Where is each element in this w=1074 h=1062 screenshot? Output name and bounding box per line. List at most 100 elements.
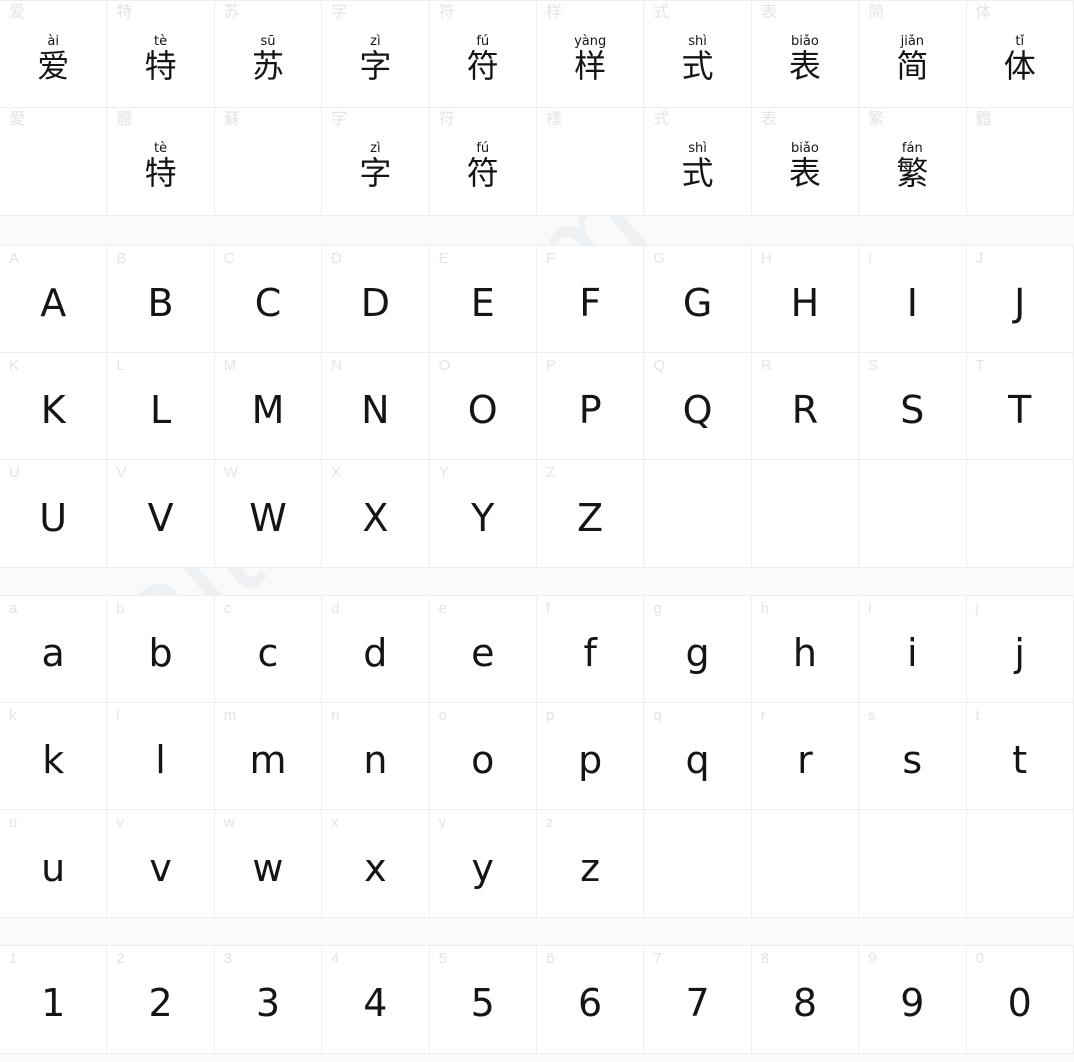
glyph-cell-H[interactable]: HH xyxy=(751,246,860,353)
glyph-cell-r[interactable]: rr xyxy=(751,703,860,810)
glyph-preview: yàng 样 xyxy=(537,1,643,107)
glyph-cell-S[interactable]: SS xyxy=(859,353,967,460)
glyph-cell-表[interactable]: 表 biǎo 表 xyxy=(752,108,860,215)
glyph-cell-v[interactable]: vv xyxy=(107,810,215,917)
glyph-cell-N[interactable]: NN xyxy=(322,353,430,460)
glyph-cell-empty[interactable] xyxy=(644,810,752,917)
glyph-cell-J[interactable]: JJ xyxy=(966,246,1074,353)
glyph-cell-empty[interactable] xyxy=(859,810,967,917)
glyph-cell-V[interactable]: VV xyxy=(107,460,215,567)
glyph-cell-w[interactable]: ww xyxy=(215,810,323,917)
glyph-cell-M[interactable]: MM xyxy=(214,353,323,460)
glyph-cell-6[interactable]: 66 xyxy=(537,946,645,1053)
glyph-cell-5[interactable]: 55 xyxy=(430,946,537,1053)
glyph-cell-f[interactable]: ff xyxy=(536,596,645,703)
glyph-cell-L[interactable]: LL xyxy=(107,353,215,460)
glyph-cell-h[interactable]: hh xyxy=(751,596,860,703)
glyph-cell-樣[interactable]: 樣 xyxy=(537,108,645,215)
glyph-cell-C[interactable]: CC xyxy=(214,246,323,353)
glyph-preview: B xyxy=(107,246,213,352)
glyph-cell-A[interactable]: AA xyxy=(0,246,108,353)
glyph-cell-式[interactable]: 式 shì 式 xyxy=(644,108,752,215)
glyph-cell-empty[interactable] xyxy=(859,460,967,567)
glyph-cell-D[interactable]: DD xyxy=(322,246,430,353)
glyph-cell-X[interactable]: XX xyxy=(322,460,430,567)
glyph-cell-8[interactable]: 88 xyxy=(752,946,860,1053)
glyph-cell-B[interactable]: BB xyxy=(107,246,215,353)
glyph-cell-特[interactable]: 特 tè 特 xyxy=(107,1,215,108)
glyph-cell-G[interactable]: GG xyxy=(644,246,752,353)
glyph-cell-n[interactable]: nn xyxy=(322,703,430,810)
glyph-cell-简[interactable]: 简 jiǎn 简 xyxy=(859,1,967,108)
glyph-cell-苏[interactable]: 苏 sū 苏 xyxy=(214,1,323,108)
glyph-character: t xyxy=(1012,738,1028,782)
glyph-cell-Y[interactable]: YY xyxy=(430,460,537,567)
glyph-cell-j[interactable]: jj xyxy=(966,596,1074,703)
glyph-cell-empty[interactable] xyxy=(752,810,860,917)
glyph-cell-q[interactable]: qq xyxy=(644,703,752,810)
glyph-cell-x[interactable]: xx xyxy=(322,810,430,917)
glyph-cell-O[interactable]: OO xyxy=(429,353,537,460)
glyph-cell-e[interactable]: ee xyxy=(429,596,537,703)
glyph-cell-s[interactable]: ss xyxy=(859,703,967,810)
glyph-cell-g[interactable]: gg xyxy=(644,596,752,703)
glyph-cell-7[interactable]: 77 xyxy=(644,946,752,1053)
glyph-preview: A xyxy=(0,246,106,352)
glyph-cell-m[interactable]: mm xyxy=(214,703,323,810)
glyph-cell-蘇[interactable]: 蘇 xyxy=(215,108,323,215)
glyph-cell-T[interactable]: TT xyxy=(966,353,1074,460)
glyph-preview: zì 字 xyxy=(322,108,428,215)
glyph-cell-P[interactable]: PP xyxy=(536,353,645,460)
glyph-cell-U[interactable]: UU xyxy=(0,460,108,567)
glyph-cell-3[interactable]: 33 xyxy=(215,946,323,1053)
glyph-cell-符[interactable]: 符 fú 符 xyxy=(430,108,537,215)
glyph-cell-u[interactable]: uu xyxy=(0,810,108,917)
glyph-cell-符[interactable]: 符 fú 符 xyxy=(429,1,537,108)
glyph-cell-體[interactable]: 體 tè 特 xyxy=(107,108,215,215)
glyph-cell-empty[interactable] xyxy=(967,460,1074,567)
glyph-cell-K[interactable]: KK xyxy=(0,353,108,460)
glyph-cell-繁[interactable]: 繁 fán 繁 xyxy=(859,108,967,215)
glyph-cell-R[interactable]: RR xyxy=(751,353,860,460)
glyph-cell-样[interactable]: 样 yàng 样 xyxy=(536,1,645,108)
glyph-cell-體[interactable]: 體 xyxy=(967,108,1074,215)
glyph-cell-a[interactable]: aa xyxy=(0,596,108,703)
glyph-cell-p[interactable]: pp xyxy=(536,703,645,810)
glyph-cell-字[interactable]: 字 zì 字 xyxy=(322,108,430,215)
glyph-cell-y[interactable]: yy xyxy=(430,810,537,917)
glyph-cell-9[interactable]: 99 xyxy=(859,946,967,1053)
glyph-cell-体[interactable]: 体 tǐ 体 xyxy=(966,1,1074,108)
glyph-cell-d[interactable]: dd xyxy=(322,596,430,703)
glyph-character: Z xyxy=(577,495,604,540)
glyph-cell-1[interactable]: 11 xyxy=(0,946,108,1053)
glyph-cell-愛[interactable]: 愛 xyxy=(0,108,108,215)
glyph-cell-式[interactable]: 式 shì 式 xyxy=(644,1,752,108)
glyph-cell-爱[interactable]: 爱 ài 爱 xyxy=(0,1,108,108)
glyph-preview: H xyxy=(752,246,858,352)
hanzi-glyph: 符 xyxy=(466,46,499,85)
glyph-cell-k[interactable]: kk xyxy=(0,703,108,810)
glyph-cell-o[interactable]: oo xyxy=(429,703,537,810)
glyph-cell-b[interactable]: bb xyxy=(107,596,215,703)
glyph-cell-4[interactable]: 44 xyxy=(322,946,430,1053)
glyph-cell-W[interactable]: WW xyxy=(215,460,323,567)
glyph-cell-l[interactable]: ll xyxy=(107,703,215,810)
glyph-cell-z[interactable]: zz xyxy=(537,810,645,917)
glyph-cell-2[interactable]: 22 xyxy=(107,946,215,1053)
glyph-cell-empty[interactable] xyxy=(752,460,860,567)
glyph-cell-E[interactable]: EE xyxy=(429,246,537,353)
glyph-cell-表[interactable]: 表 biǎo 表 xyxy=(751,1,860,108)
glyph-cell-i[interactable]: ii xyxy=(859,596,967,703)
glyph-cell-Q[interactable]: QQ xyxy=(644,353,752,460)
glyph-cell-Z[interactable]: ZZ xyxy=(537,460,645,567)
glyph-cell-empty[interactable] xyxy=(644,460,752,567)
glyph-cell-F[interactable]: FF xyxy=(536,246,645,353)
glyph-preview: X xyxy=(322,460,428,567)
glyph-cell-字[interactable]: 字 zì 字 xyxy=(322,1,430,108)
glyph-cell-c[interactable]: cc xyxy=(214,596,323,703)
glyph-cell-empty[interactable] xyxy=(967,810,1074,917)
glyph-cell-t[interactable]: tt xyxy=(966,703,1074,810)
glyph-cell-I[interactable]: II xyxy=(859,246,967,353)
glyph-preview: K xyxy=(0,353,106,459)
glyph-cell-0[interactable]: 00 xyxy=(967,946,1074,1053)
